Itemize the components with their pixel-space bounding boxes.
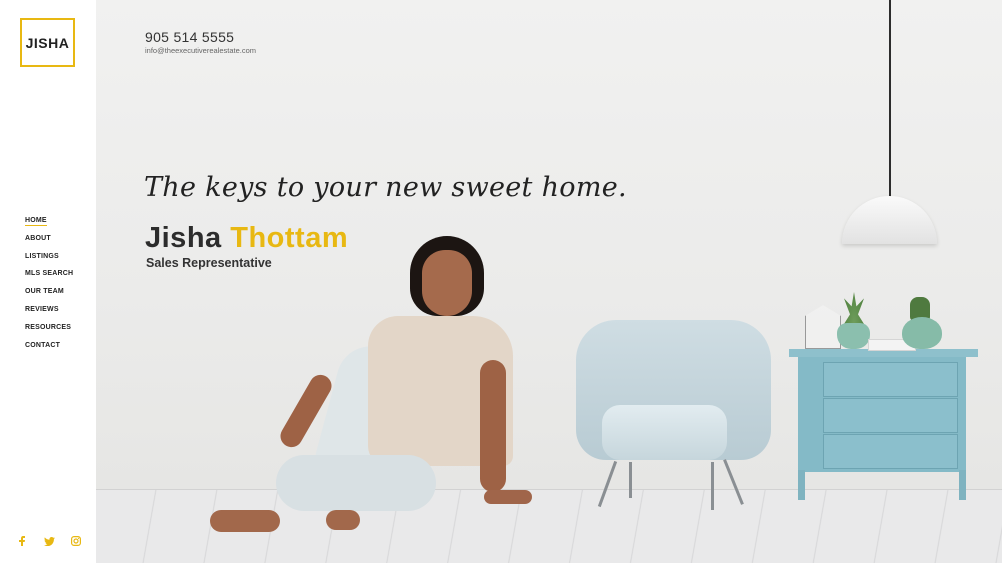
instagram-icon[interactable] [69, 534, 83, 548]
hero-section: 905 514 5555 info@theexecutiverealestate… [96, 0, 1002, 563]
nav-item-resources[interactable]: RESOURCES [25, 321, 73, 339]
email-address[interactable]: info@theexecutiverealestate.com [145, 46, 256, 55]
nav-item-reviews[interactable]: REVIEWS [25, 303, 73, 321]
agent-last-name: Thottam [230, 222, 349, 254]
person-face [422, 250, 472, 316]
cabinet-leg [959, 470, 966, 500]
person-foot [326, 510, 360, 530]
nav-item-mls-search[interactable]: MLS SEARCH [25, 267, 73, 285]
nav-item-our-team[interactable]: OUR TEAM [25, 285, 73, 303]
armchair-leg [629, 462, 632, 498]
facebook-icon[interactable] [15, 534, 29, 548]
social-links [15, 534, 83, 548]
armchair-seat [602, 405, 727, 460]
agent-first-name: Jisha [145, 222, 222, 254]
person-arm [480, 360, 506, 492]
nav-item-contact[interactable]: CONTACT [25, 339, 73, 357]
person-foot [210, 510, 280, 532]
plant-pot [837, 323, 870, 349]
cabinet-leg [798, 470, 805, 500]
person-leg [276, 455, 436, 511]
agent-name: Jisha Thottam [145, 222, 348, 255]
nav-item-home[interactable]: HOME [25, 214, 73, 232]
cabinet-drawer [823, 398, 958, 433]
cabinet-drawer [823, 434, 958, 469]
sidebar: JISHA HOME ABOUT LISTINGS MLS SEARCH OUR… [0, 0, 96, 563]
pendant-lamp-cord [889, 0, 891, 198]
nav-item-about[interactable]: ABOUT [25, 232, 73, 250]
armchair-leg [711, 462, 714, 510]
phone-number[interactable]: 905 514 5555 [145, 29, 234, 45]
nav-item-listings[interactable]: LISTINGS [25, 250, 73, 268]
main-nav: HOME ABOUT LISTINGS MLS SEARCH OUR TEAM … [25, 214, 73, 356]
twitter-icon[interactable] [42, 534, 56, 548]
hero-tagline: The keys to your new sweet home. [144, 172, 627, 203]
logo-text: JISHA [25, 34, 70, 51]
agent-role: Sales Representative [146, 256, 272, 270]
cabinet-drawer [823, 362, 958, 397]
person-hand [484, 490, 532, 504]
plant-pot [902, 317, 942, 349]
site-logo[interactable]: JISHA [20, 18, 75, 67]
